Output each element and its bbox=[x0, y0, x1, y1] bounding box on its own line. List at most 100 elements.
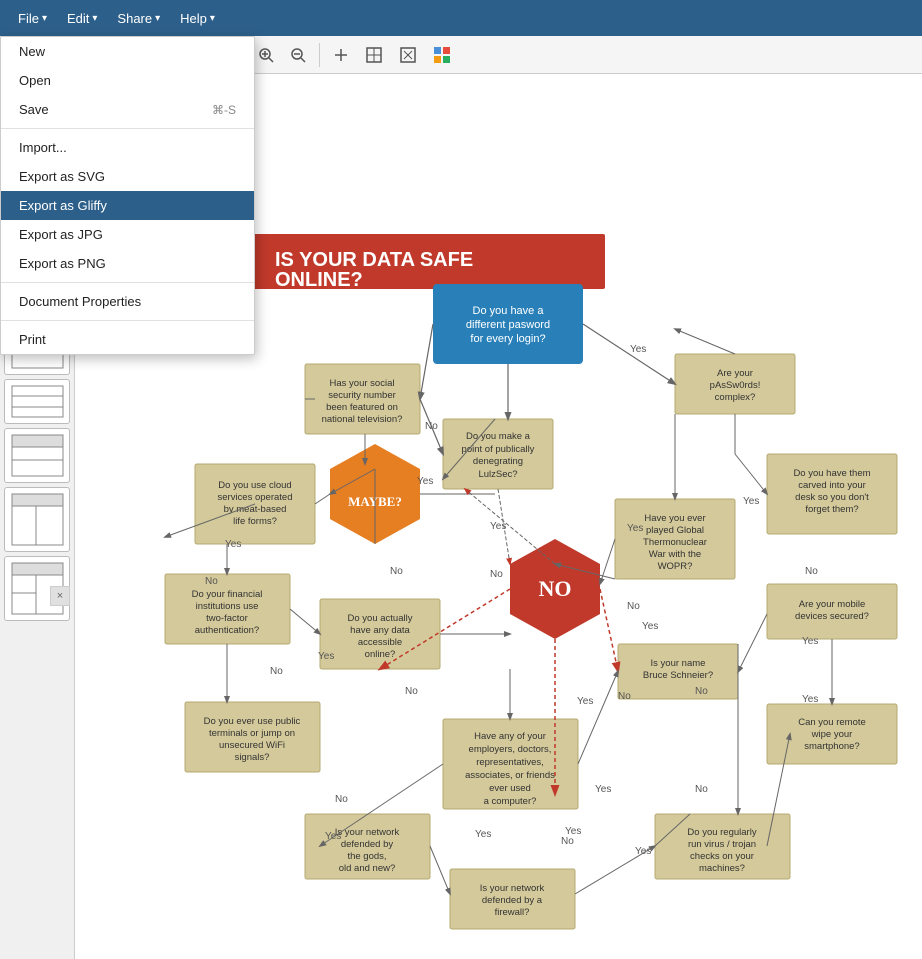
svg-text:Bruce Schneier?: Bruce Schneier? bbox=[643, 670, 713, 681]
svg-text:No: No bbox=[561, 836, 574, 847]
dropdown-item-export-jpg[interactable]: Export as JPG bbox=[1, 220, 254, 249]
svg-text:two-factor: two-factor bbox=[206, 613, 248, 624]
dropdown-item-new[interactable]: New bbox=[1, 37, 254, 66]
svg-text:No: No bbox=[270, 666, 283, 677]
dropdown-item-save[interactable]: Save⌘-S bbox=[1, 95, 254, 124]
dropdown-item-import[interactable]: Import... bbox=[1, 133, 254, 162]
dropdown-item-export-svg[interactable]: Export as SVG bbox=[1, 162, 254, 191]
svg-text:representatives,: representatives, bbox=[476, 757, 544, 768]
svg-text:terminals or jump on: terminals or jump on bbox=[209, 728, 295, 739]
svg-text:Yes: Yes bbox=[417, 476, 433, 487]
svg-text:Yes: Yes bbox=[475, 829, 491, 840]
svg-text:complex?: complex? bbox=[715, 392, 756, 403]
dropdown-shortcut-save: ⌘-S bbox=[212, 103, 236, 117]
menubar: File ▾ Edit ▾ Share ▾ Help ▾ bbox=[0, 0, 922, 36]
svg-text:Yes: Yes bbox=[802, 694, 818, 705]
menu-file-arrow: ▾ bbox=[42, 13, 47, 24]
dropdown-separator-9 bbox=[1, 282, 254, 283]
svg-text:Do you have them: Do you have them bbox=[793, 468, 870, 479]
svg-text:Yes: Yes bbox=[802, 636, 818, 647]
svg-text:forget them?: forget them? bbox=[805, 504, 858, 515]
grid-btn[interactable] bbox=[359, 42, 389, 68]
svg-text:unsecured WiFi: unsecured WiFi bbox=[219, 740, 285, 751]
svg-text:Have you ever: Have you ever bbox=[644, 513, 705, 524]
svg-text:Do you ever use public: Do you ever use public bbox=[204, 716, 301, 727]
svg-text:Do you actually: Do you actually bbox=[348, 613, 413, 624]
svg-text:Yes: Yes bbox=[325, 831, 341, 842]
svg-text:authentication?: authentication? bbox=[195, 625, 259, 636]
svg-text:Thermonuclear: Thermonuclear bbox=[643, 537, 707, 548]
menu-share[interactable]: Share ▾ bbox=[107, 7, 170, 30]
color-btn[interactable] bbox=[427, 42, 457, 68]
svg-text:Do your financial: Do your financial bbox=[192, 589, 263, 600]
svg-text:No: No bbox=[695, 686, 708, 697]
shape-panel4[interactable] bbox=[4, 487, 70, 552]
zoom-in-btn[interactable] bbox=[252, 43, 280, 67]
dropdown-separator-3 bbox=[1, 128, 254, 129]
svg-text:Yes: Yes bbox=[635, 846, 651, 857]
dropdown-label-export-png: Export as PNG bbox=[19, 256, 106, 271]
svg-text:Do you regularly: Do you regularly bbox=[687, 827, 756, 838]
svg-text:No: No bbox=[405, 686, 418, 697]
add-btn[interactable] bbox=[327, 43, 355, 67]
fit-btn[interactable] bbox=[393, 42, 423, 68]
svg-text:defended by a: defended by a bbox=[482, 895, 543, 906]
svg-text:online?: online? bbox=[365, 649, 396, 660]
svg-text:for every login?: for every login? bbox=[470, 333, 545, 345]
menu-share-label: Share bbox=[117, 11, 152, 26]
svg-text:denegrating: denegrating bbox=[473, 456, 523, 467]
svg-text:devices secured?: devices secured? bbox=[795, 611, 869, 622]
menu-help-label: Help bbox=[180, 11, 207, 26]
svg-text:defended by: defended by bbox=[341, 839, 394, 850]
svg-text:Yes: Yes bbox=[577, 696, 593, 707]
svg-text:been featured on: been featured on bbox=[326, 402, 398, 413]
svg-text:Yes: Yes bbox=[565, 826, 581, 837]
svg-text:a computer?: a computer? bbox=[484, 796, 537, 807]
menu-edit-arrow: ▾ bbox=[92, 13, 97, 24]
shape-panel2[interactable] bbox=[4, 379, 70, 424]
svg-text:institutions use: institutions use bbox=[196, 601, 259, 612]
svg-text:associates, or friends: associates, or friends bbox=[465, 770, 555, 781]
menu-file-label: File bbox=[18, 11, 39, 26]
svg-text:Are your: Are your bbox=[717, 368, 753, 379]
svg-text:IS YOUR DATA SAFE: IS YOUR DATA SAFE bbox=[275, 249, 473, 271]
dropdown-item-open[interactable]: Open bbox=[1, 66, 254, 95]
menu-share-arrow: ▾ bbox=[155, 13, 160, 24]
svg-text:Have any of your: Have any of your bbox=[474, 731, 546, 742]
dropdown-item-export-gliffy[interactable]: Export as Gliffy bbox=[1, 191, 254, 220]
svg-text:pAsSw0rds!: pAsSw0rds! bbox=[710, 380, 761, 391]
dropdown-label-open: Open bbox=[19, 73, 51, 88]
svg-text:Can you remote: Can you remote bbox=[798, 717, 866, 728]
svg-text:NO: NO bbox=[539, 576, 572, 601]
svg-text:Yes: Yes bbox=[743, 496, 759, 507]
svg-text:WOPR?: WOPR? bbox=[658, 561, 693, 572]
menu-file[interactable]: File ▾ bbox=[8, 7, 57, 30]
svg-text:Is your network: Is your network bbox=[480, 883, 545, 894]
svg-text:firewall?: firewall? bbox=[495, 907, 530, 918]
svg-text:Is your network: Is your network bbox=[335, 827, 400, 838]
svg-text:life forms?: life forms? bbox=[233, 516, 277, 527]
dropdown-item-export-png[interactable]: Export as PNG bbox=[1, 249, 254, 278]
svg-text:No: No bbox=[618, 691, 631, 702]
svg-text:by meat-based: by meat-based bbox=[224, 504, 287, 515]
svg-text:checks on your: checks on your bbox=[690, 851, 754, 862]
svg-text:No: No bbox=[425, 421, 438, 432]
svg-text:different pasword: different pasword bbox=[466, 319, 550, 331]
separator-2 bbox=[319, 43, 320, 67]
dropdown-label-export-svg: Export as SVG bbox=[19, 169, 105, 184]
menu-help[interactable]: Help ▾ bbox=[170, 7, 225, 30]
svg-text:No: No bbox=[805, 566, 818, 577]
svg-text:Yes: Yes bbox=[642, 621, 658, 632]
svg-text:Yes: Yes bbox=[595, 784, 611, 795]
shape-panel3[interactable] bbox=[4, 428, 70, 483]
zoom-out-btn[interactable] bbox=[284, 43, 312, 67]
sidebar-close-btn[interactable]: × bbox=[50, 586, 70, 606]
svg-text:War with the: War with the bbox=[649, 549, 701, 560]
dropdown-item-print[interactable]: Print bbox=[1, 325, 254, 354]
menu-help-arrow: ▾ bbox=[210, 13, 215, 24]
dropdown-item-doc-props[interactable]: Document Properties bbox=[1, 287, 254, 316]
svg-text:the gods,: the gods, bbox=[347, 851, 386, 862]
svg-text:Do you have a: Do you have a bbox=[473, 305, 545, 317]
menu-edit[interactable]: Edit ▾ bbox=[57, 7, 107, 30]
dropdown-separator-11 bbox=[1, 320, 254, 321]
